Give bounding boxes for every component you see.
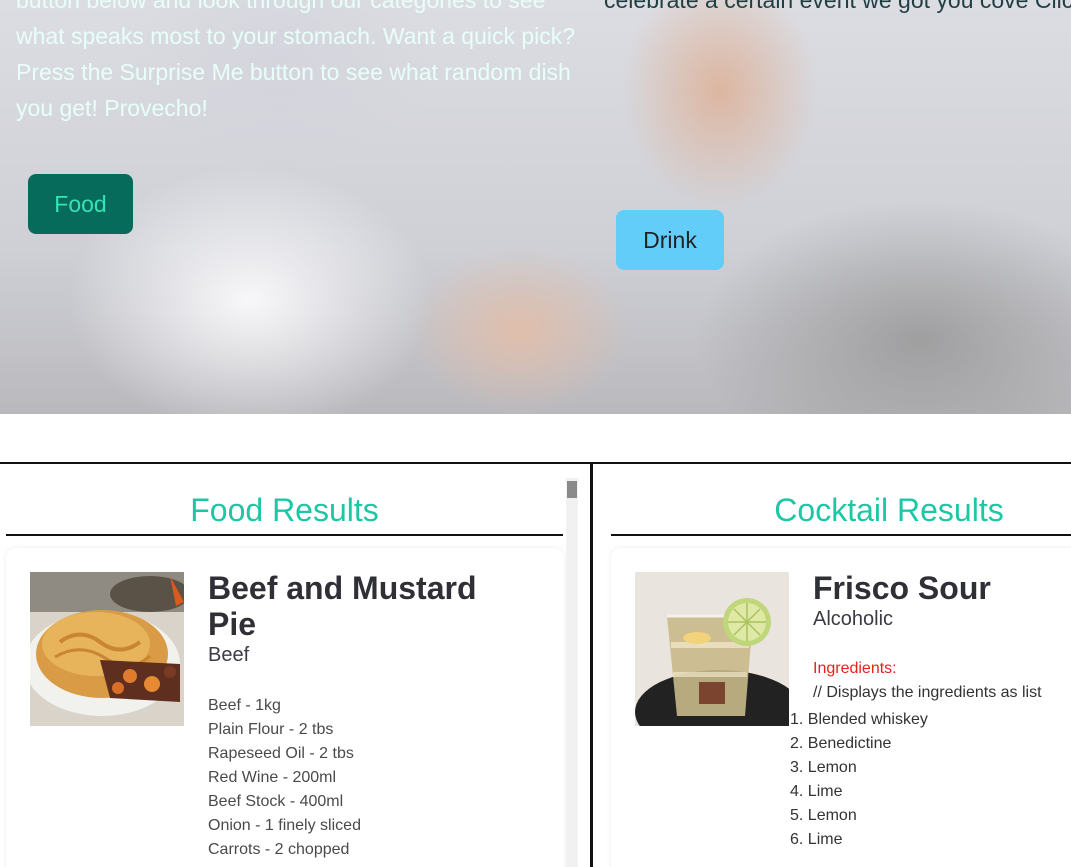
list-item: 1. Blended whiskey: [790, 711, 928, 728]
hero-food-text: button below and look through our catego…: [16, 0, 576, 121]
cocktail-ingredient-list: 1. Blended whiskey 2. Benedictine 3. Lem…: [790, 708, 928, 852]
list-item: Beef - 1kg: [208, 697, 281, 714]
food-results-underline: [6, 534, 563, 536]
hero-banner: button below and look through our catego…: [0, 0, 1071, 414]
list-item: Rapeseed Oil - 2 tbs: [208, 745, 354, 762]
food-category: Beef: [208, 644, 250, 666]
food-results-scrollbar[interactable]: [566, 478, 578, 867]
food-title-line1: Beef and Mustard: [208, 570, 477, 606]
cocktail-title: Frisco Sour: [813, 570, 991, 606]
list-item: Beef Stock - 400ml: [208, 793, 344, 810]
cocktail-results-panel[interactable]: Cocktail Results Frisco Sour Alcoholic I…: [593, 464, 1071, 867]
food-button[interactable]: Food: [28, 174, 133, 234]
drink-button[interactable]: Drink: [616, 210, 724, 270]
list-item: 6. Lime: [790, 831, 843, 848]
food-title-line2: Pie: [208, 606, 257, 642]
food-results-panel[interactable]: Food Results Beef and Mustard Pie Beef B…: [0, 464, 590, 867]
cocktail-result-card[interactable]: Frisco Sour Alcoholic Ingredients: // Di…: [611, 548, 1071, 867]
list-item: 5. Lemon: [790, 807, 857, 824]
cocktail-results-title: Cocktail Results: [774, 492, 1004, 528]
list-item: Plain Flour - 2 tbs: [208, 721, 334, 738]
list-item: Onion - 1 finely sliced: [208, 817, 361, 834]
cocktail-thumbnail: [635, 572, 789, 726]
hero-drink-text: celebrate a certain event we got you cov…: [604, 0, 1071, 13]
ingredients-comment: // Displays the ingredients as list: [813, 684, 1042, 701]
scrollbar-thumb[interactable]: [567, 481, 577, 498]
list-item: Red Wine - 200ml: [208, 769, 337, 786]
food-result-card[interactable]: Beef and Mustard Pie Beef Beef - 1kg Pla…: [6, 548, 564, 867]
list-item: 3. Lemon: [790, 759, 857, 776]
food-title: Beef and Mustard Pie: [208, 570, 476, 642]
cocktail-type: Alcoholic: [813, 608, 894, 630]
food-thumbnail: [30, 572, 184, 726]
cocktail-results-underline: [611, 534, 1071, 536]
list-item: 2. Benedictine: [790, 735, 892, 752]
list-item: Carrots - 2 chopped: [208, 841, 350, 858]
list-item: 4. Lime: [790, 783, 843, 800]
ingredients-label: Ingredients:: [813, 660, 897, 677]
food-ingredient-list: Beef - 1kg Plain Flour - 2 tbs Rapeseed …: [208, 694, 361, 862]
food-results-title: Food Results: [190, 492, 379, 528]
